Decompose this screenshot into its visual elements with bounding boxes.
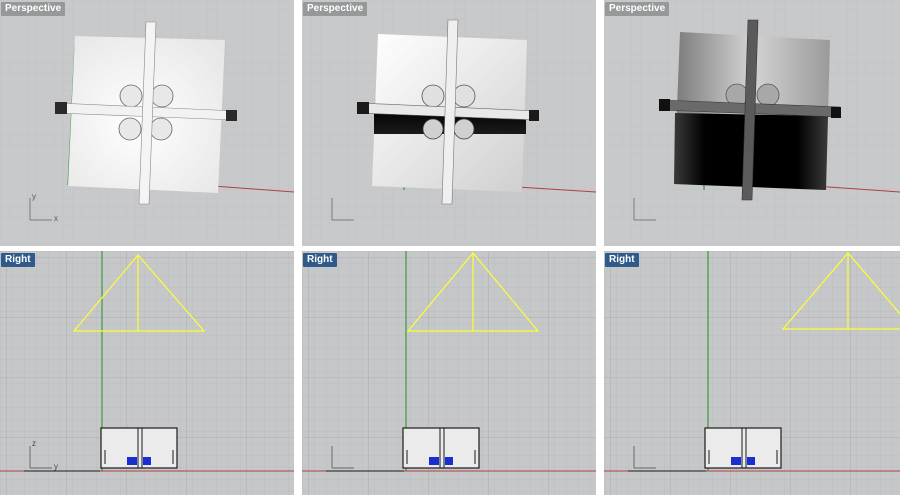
viewport-title-right[interactable]: Right [605,253,639,267]
perspective-scene [302,0,596,246]
right-scene [302,251,596,495]
right-viewport-3[interactable]: Right [604,251,900,495]
viewport-title-right[interactable]: Right [303,253,337,267]
perspective-scene [0,0,294,246]
axis-label-y: y [32,192,36,201]
viewport-title-right[interactable]: Right [1,253,35,267]
right-viewport-2[interactable]: Right [302,251,596,495]
axis-label-y: y [54,462,58,471]
axis-label-x: x [54,214,58,223]
perspective-viewport-2[interactable]: Perspective [302,0,596,246]
right-scene [604,251,900,495]
right-scene [0,251,294,495]
viewport-title-perspective[interactable]: Perspective [605,2,670,16]
perspective-viewport-3[interactable]: Perspective [604,0,900,246]
viewport-title-perspective[interactable]: Perspective [303,2,368,16]
axis-label-z: z [32,439,36,448]
perspective-viewport-1[interactable]: Perspective y x [0,0,294,246]
right-viewport-1[interactable]: Right z y [0,251,294,495]
perspective-scene [604,0,900,246]
viewport-title-perspective[interactable]: Perspective [1,2,66,16]
